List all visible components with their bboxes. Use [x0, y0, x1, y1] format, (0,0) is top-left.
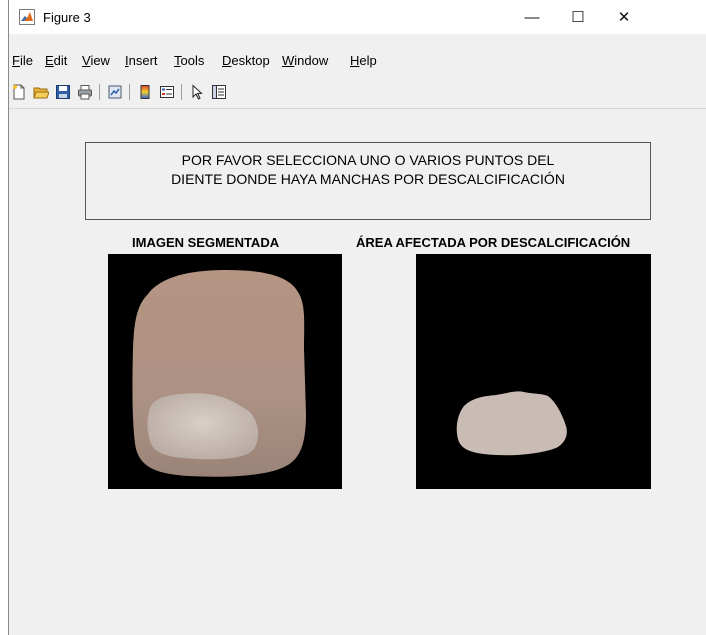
save-button[interactable]	[53, 82, 73, 102]
menu-help[interactable]: Help	[350, 53, 377, 68]
tool-bar	[9, 80, 706, 104]
figure-canvas[interactable]: POR FAVOR SELECCIONA UNO O VARIOS PUNTOS…	[9, 108, 706, 635]
menu-edit[interactable]: Edit	[45, 53, 67, 68]
segmented-tooth-image	[132, 270, 306, 477]
menu-desktop[interactable]: Desktop	[222, 53, 270, 68]
insert-colorbar-button[interactable]	[135, 82, 155, 102]
instruction-line-2: DIENTE DONDE HAYA MANCHAS POR DESCALCIFI…	[171, 171, 565, 187]
instruction-text-box: POR FAVOR SELECCIONA UNO O VARIOS PUNTOS…	[85, 142, 651, 220]
menu-file[interactable]: File	[12, 53, 33, 68]
close-icon: ✕	[617, 9, 631, 26]
toolbar-separator	[99, 84, 100, 100]
print-icon	[78, 85, 92, 100]
left-axes-title: IMAGEN SEGMENTADA	[132, 235, 280, 250]
toolbar-separator	[129, 84, 130, 100]
print-button[interactable]	[75, 82, 95, 102]
minimize-icon: —	[524, 8, 540, 26]
insert-legend-button[interactable]	[157, 82, 177, 102]
edit-plot-button[interactable]	[187, 82, 207, 102]
menu-bar: File Edit View Insert Tools Desktop Wind…	[9, 50, 706, 72]
affected-area-axes[interactable]	[416, 254, 651, 489]
open-file-icon	[33, 87, 49, 99]
segmented-image-axes[interactable]	[108, 254, 342, 489]
new-figure-icon	[13, 84, 25, 100]
edit-plot-arrow-icon	[192, 84, 203, 100]
matlab-logo-icon	[19, 9, 35, 25]
property-inspector-icon	[212, 85, 226, 99]
open-file-button[interactable]	[31, 82, 51, 102]
toolbar-separator	[181, 84, 182, 100]
insert-legend-icon	[160, 86, 174, 98]
close-button[interactable]: ✕	[601, 0, 647, 34]
menu-window[interactable]: Window	[282, 53, 328, 68]
title-bar[interactable]: Figure 3 — ☐ ✕	[9, 0, 706, 34]
menu-tools[interactable]: Tools	[174, 53, 204, 68]
window-title: Figure 3	[43, 10, 91, 25]
menu-insert[interactable]: Insert	[125, 53, 158, 68]
right-axes-title: ÁREA AFECTADA POR DESCALCIFICACIÓN	[356, 235, 631, 250]
new-figure-button[interactable]	[9, 82, 29, 102]
property-inspector-button[interactable]	[209, 82, 229, 102]
link-plot-button[interactable]	[105, 82, 125, 102]
maximize-icon: ☐	[571, 9, 585, 26]
link-plot-icon	[108, 85, 122, 99]
insert-colorbar-icon	[140, 85, 150, 99]
instruction-line-1: POR FAVOR SELECCIONA UNO O VARIOS PUNTOS…	[181, 152, 555, 168]
menu-view[interactable]: View	[82, 53, 110, 68]
figure-window: Figure 3 — ☐ ✕ File Edit View Insert Too…	[8, 0, 706, 635]
affected-area-image	[456, 391, 567, 456]
maximize-button[interactable]: ☐	[555, 0, 601, 34]
save-icon	[56, 85, 70, 99]
minimize-button[interactable]: —	[509, 0, 555, 34]
